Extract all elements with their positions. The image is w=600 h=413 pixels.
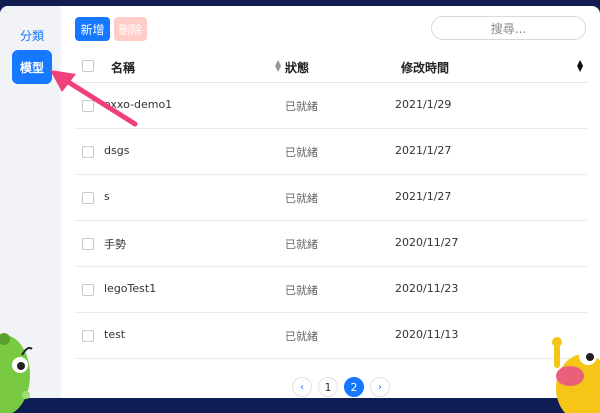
bottom-backdrop <box>0 398 600 413</box>
row-time: 2021/1/29 <box>395 98 452 111</box>
sort-icon[interactable]: ▲ ▼ <box>275 59 281 73</box>
row-time: 2020/11/23 <box>395 282 459 295</box>
row-name: 手勢 <box>104 238 126 251</box>
sidebar-item-category[interactable]: 分類 <box>12 18 52 52</box>
row-status: 已就緒 <box>285 100 318 113</box>
delete-button-label: 刪除 <box>118 22 143 37</box>
search-input[interactable]: 搜尋... <box>431 16 586 40</box>
row-checkbox[interactable] <box>82 284 94 296</box>
table-row[interactable]: test 已就緒 2020/11/13 <box>75 313 588 359</box>
table-header: 名稱 ▲ ▼ 狀態 修改時間 ▲ ▼ <box>75 50 588 83</box>
header-time[interactable]: 修改時間 <box>401 59 449 76</box>
add-button-label: 新增 <box>80 22 105 37</box>
row-checkbox[interactable] <box>82 146 94 158</box>
search-placeholder: 搜尋... <box>490 21 527 36</box>
row-time: 2021/1/27 <box>395 190 452 203</box>
table-row[interactable]: legoTest1 已就緒 2020/11/23 <box>75 267 588 313</box>
monster-mascot-icon <box>0 333 33 413</box>
monster-mascot-icon <box>552 337 600 413</box>
add-button[interactable]: 新增 <box>75 17 110 41</box>
row-status: 已就緒 <box>285 330 318 343</box>
table-row[interactable]: dsgs 已就緒 2021/1/27 <box>75 129 588 175</box>
header-status: 狀態 <box>285 61 310 75</box>
delete-button[interactable]: 刪除 <box>114 17 147 41</box>
row-checkbox[interactable] <box>82 238 94 250</box>
sidebar-item-label: 分類 <box>19 28 44 43</box>
row-status: 已就緒 <box>285 238 318 251</box>
row-checkbox[interactable] <box>82 330 94 342</box>
pagination: ‹ 1 2 › <box>292 377 390 397</box>
row-status: 已就緒 <box>285 146 318 159</box>
table-row[interactable]: oxxo-demo1 已就緒 2021/1/29 <box>75 83 588 129</box>
next-page-button[interactable]: › <box>370 377 390 397</box>
table-row[interactable]: 手勢 已就緒 2020/11/27 <box>75 221 588 267</box>
row-status: 已就緒 <box>285 192 318 205</box>
row-status: 已就緒 <box>285 284 318 297</box>
page-button-1[interactable]: 1 <box>318 377 338 397</box>
row-time: 2020/11/27 <box>395 236 459 249</box>
row-name: test <box>104 328 126 341</box>
row-name: legoTest1 <box>104 282 157 295</box>
row-time: 2021/1/27 <box>395 144 452 157</box>
model-table: 名稱 ▲ ▼ 狀態 修改時間 ▲ ▼ oxxo-demo1 已就緒 2021/1/2… <box>75 50 588 359</box>
table-row[interactable]: s 已就緒 2021/1/27 <box>75 175 588 221</box>
row-name: s <box>104 190 110 203</box>
row-name: dsgs <box>104 144 130 157</box>
annotation-arrow-icon <box>50 70 138 127</box>
prev-page-button[interactable]: ‹ <box>292 377 312 397</box>
row-time: 2020/11/13 <box>395 328 459 341</box>
sort-icon[interactable]: ▲ ▼ <box>577 59 583 73</box>
row-checkbox[interactable] <box>82 192 94 204</box>
page-button-2[interactable]: 2 <box>344 377 364 397</box>
